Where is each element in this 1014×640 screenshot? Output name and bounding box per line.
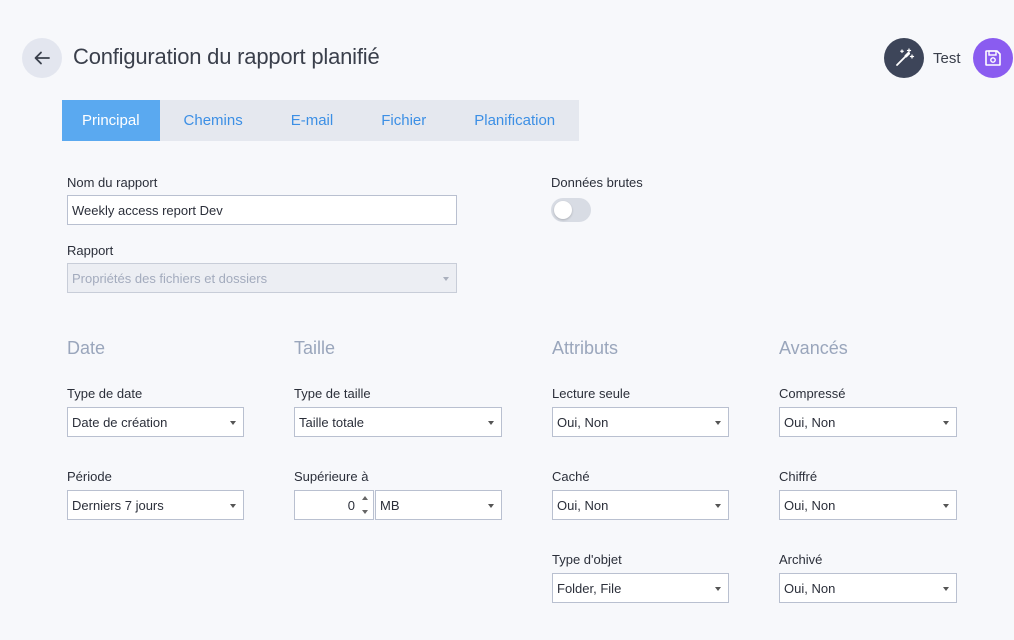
- chevron-down-icon[interactable]: [362, 510, 368, 514]
- archived-value: Oui, Non: [784, 580, 836, 596]
- page: Configuration du rapport planifié Test P…: [0, 0, 1014, 640]
- report-name-label: Nom du rapport: [67, 175, 158, 190]
- chevron-down-icon: [715, 504, 721, 508]
- hidden-value: Oui, Non: [557, 497, 609, 513]
- compressed-select[interactable]: Oui, Non: [779, 407, 957, 437]
- compressed-value: Oui, Non: [784, 414, 836, 430]
- chevron-down-icon: [943, 421, 949, 425]
- chevron-down-icon: [230, 504, 236, 508]
- tab-fichier[interactable]: Fichier: [357, 100, 450, 141]
- arrow-left-icon: [34, 51, 50, 65]
- size-type-value: Taille totale: [299, 414, 365, 430]
- floppy-disk-icon: [985, 50, 1001, 66]
- section-attributes: Attributs: [552, 338, 619, 358]
- chevron-down-icon: [230, 421, 236, 425]
- tab-principal[interactable]: Principal: [62, 100, 160, 141]
- hidden-label: Caché: [552, 469, 590, 484]
- tab-chemins[interactable]: Chemins: [160, 100, 267, 141]
- date-type-value: Date de création: [72, 414, 168, 430]
- date-type-select[interactable]: Date de création: [67, 407, 244, 437]
- size-type-label: Type de taille: [294, 386, 371, 401]
- chevron-down-icon: [488, 421, 494, 425]
- report-select-value: Propriétés des fichiers et dossiers: [72, 270, 268, 286]
- section-size: Taille: [294, 338, 336, 358]
- encrypted-value: Oui, Non: [784, 497, 836, 513]
- report-label: Rapport: [67, 243, 114, 258]
- section-advanced: Avancés: [779, 338, 848, 358]
- object-type-label: Type d'objet: [552, 552, 622, 567]
- period-label: Période: [67, 469, 112, 484]
- date-type-label: Type de date: [67, 386, 143, 401]
- archived-label: Archivé: [779, 552, 823, 567]
- readonly-select[interactable]: Oui, Non: [552, 407, 729, 437]
- period-select[interactable]: Derniers 7 jours: [67, 490, 244, 520]
- encrypted-label: Chiffré: [779, 469, 818, 484]
- chevron-down-icon: [443, 277, 449, 281]
- section-date: Date: [67, 338, 106, 358]
- chevron-down-icon: [488, 504, 494, 508]
- greater-than-label: Supérieure à: [294, 469, 369, 484]
- unit-value: MB: [380, 497, 400, 513]
- toggle-knob: [554, 201, 572, 219]
- save-button[interactable]: [973, 38, 1013, 78]
- report-name-input[interactable]: Weekly access report Dev: [67, 195, 457, 225]
- chevron-up-icon[interactable]: [362, 496, 368, 500]
- report-select: Propriétés des fichiers et dossiers: [67, 263, 457, 293]
- test-button[interactable]: [884, 38, 924, 78]
- hidden-select[interactable]: Oui, Non: [552, 490, 729, 520]
- readonly-label: Lecture seule: [552, 386, 631, 401]
- greater-than-stepper[interactable]: 0: [294, 490, 374, 520]
- chevron-down-icon: [715, 421, 721, 425]
- archived-select[interactable]: Oui, Non: [779, 573, 957, 603]
- raw-data-toggle[interactable]: [551, 198, 591, 222]
- chevron-down-icon: [943, 587, 949, 591]
- page-title: Configuration du rapport planifié: [73, 44, 380, 69]
- tab-planification[interactable]: Planification: [450, 100, 579, 141]
- chevron-down-icon: [715, 587, 721, 591]
- readonly-value: Oui, Non: [557, 414, 609, 430]
- greater-than-value: 0: [347, 497, 355, 513]
- raw-data-label: Données brutes: [551, 175, 643, 190]
- tab-bar: Principal Chemins E-mail Fichier Planifi…: [62, 100, 580, 141]
- unit-select[interactable]: MB: [375, 490, 502, 520]
- object-type-value: Folder, File: [557, 580, 622, 596]
- compressed-label: Compressé: [779, 386, 846, 401]
- magic-wand-icon: [896, 48, 915, 66]
- period-value: Derniers 7 jours: [72, 497, 164, 513]
- tab-email[interactable]: E-mail: [267, 100, 358, 141]
- object-type-select[interactable]: Folder, File: [552, 573, 729, 603]
- test-label[interactable]: Test: [933, 50, 961, 67]
- size-type-select[interactable]: Taille totale: [294, 407, 502, 437]
- encrypted-select[interactable]: Oui, Non: [779, 490, 957, 520]
- back-button[interactable]: [22, 38, 62, 78]
- chevron-down-icon: [943, 504, 949, 508]
- stepper-arrows: [361, 494, 370, 516]
